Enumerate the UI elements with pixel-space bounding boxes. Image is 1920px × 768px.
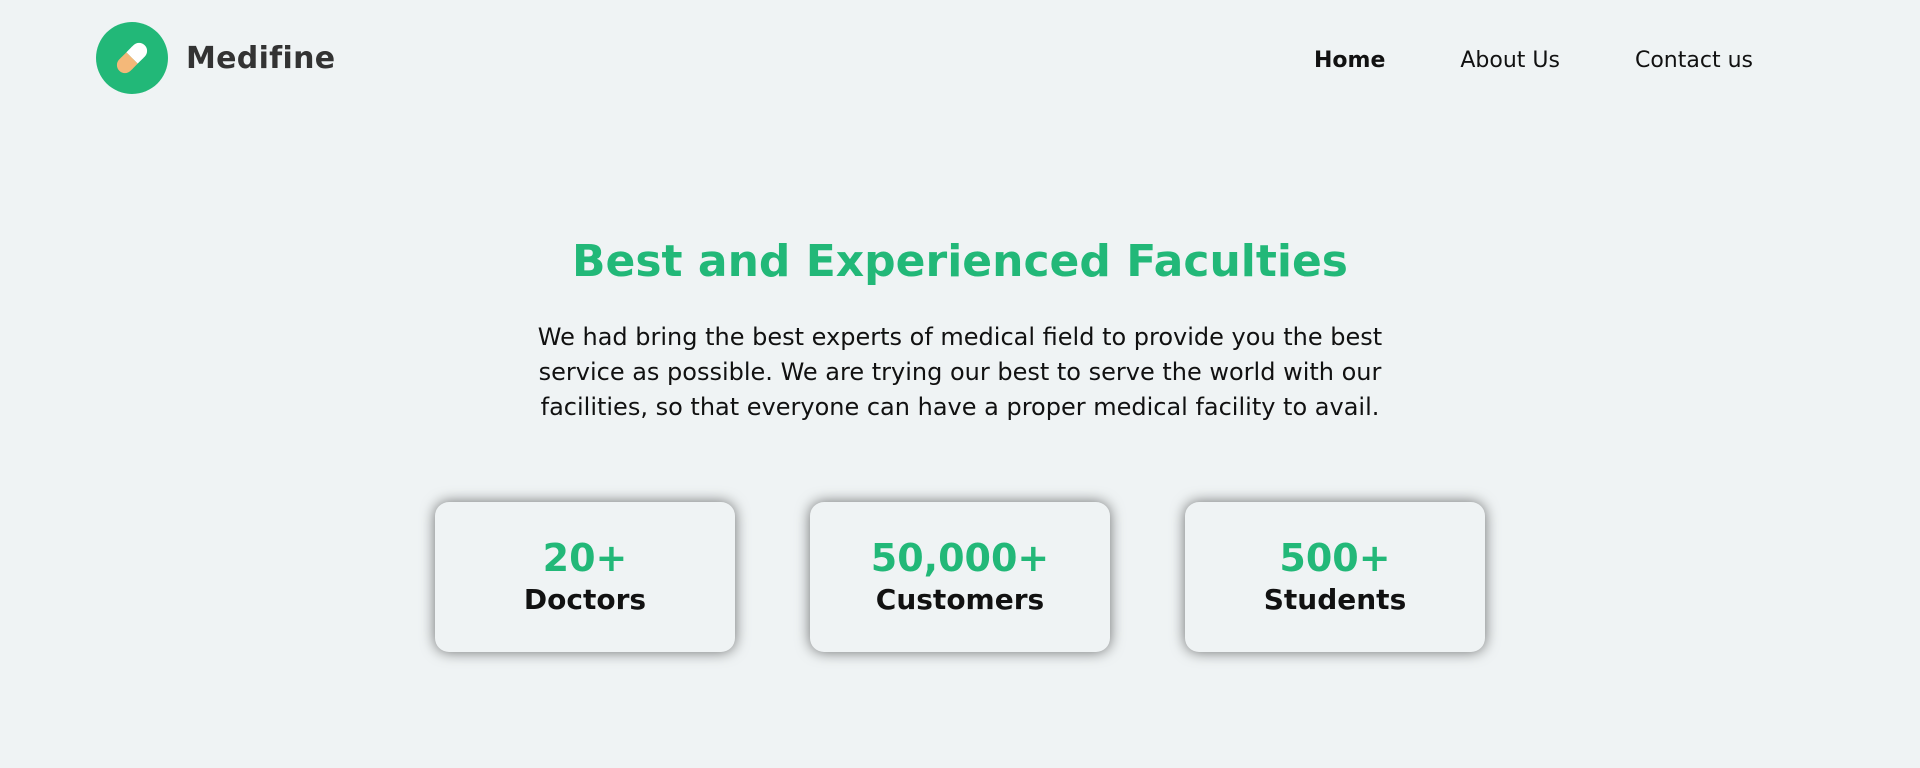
hero-description: We had bring the best experts of medical…	[537, 323, 1383, 421]
nav-item-contact-us[interactable]: Contact us	[1635, 48, 1753, 73]
nav-item-home[interactable]: Home	[1314, 48, 1385, 73]
stat-value: 50,000+	[870, 536, 1050, 580]
stat-value: 20+	[542, 536, 628, 580]
stat-value: 500+	[1279, 536, 1391, 580]
stat-label: Customers	[875, 583, 1045, 616]
stat-card-students: 500+ Students	[1185, 502, 1485, 652]
pill-icon	[96, 22, 168, 94]
brand-name: Medifine	[186, 40, 336, 76]
stat-card-customers: 50,000+ Customers	[810, 502, 1110, 652]
stat-card-doctors: 20+ Doctors	[435, 502, 735, 652]
stats-section: 20+ Doctors 50,000+ Customers 500+ Stude…	[435, 502, 1485, 652]
hero-title: Best and Experienced Faculties	[571, 236, 1348, 287]
site-header: Medifine Home About Us Contact us	[0, 0, 1920, 120]
nav-item-about-us[interactable]: About Us	[1460, 48, 1560, 73]
main-nav: Home About Us Contact us	[1250, 42, 1753, 78]
brand-logo-link[interactable]: Medifine	[96, 22, 335, 94]
stat-label: Students	[1263, 583, 1407, 616]
stat-label: Doctors	[523, 583, 647, 616]
